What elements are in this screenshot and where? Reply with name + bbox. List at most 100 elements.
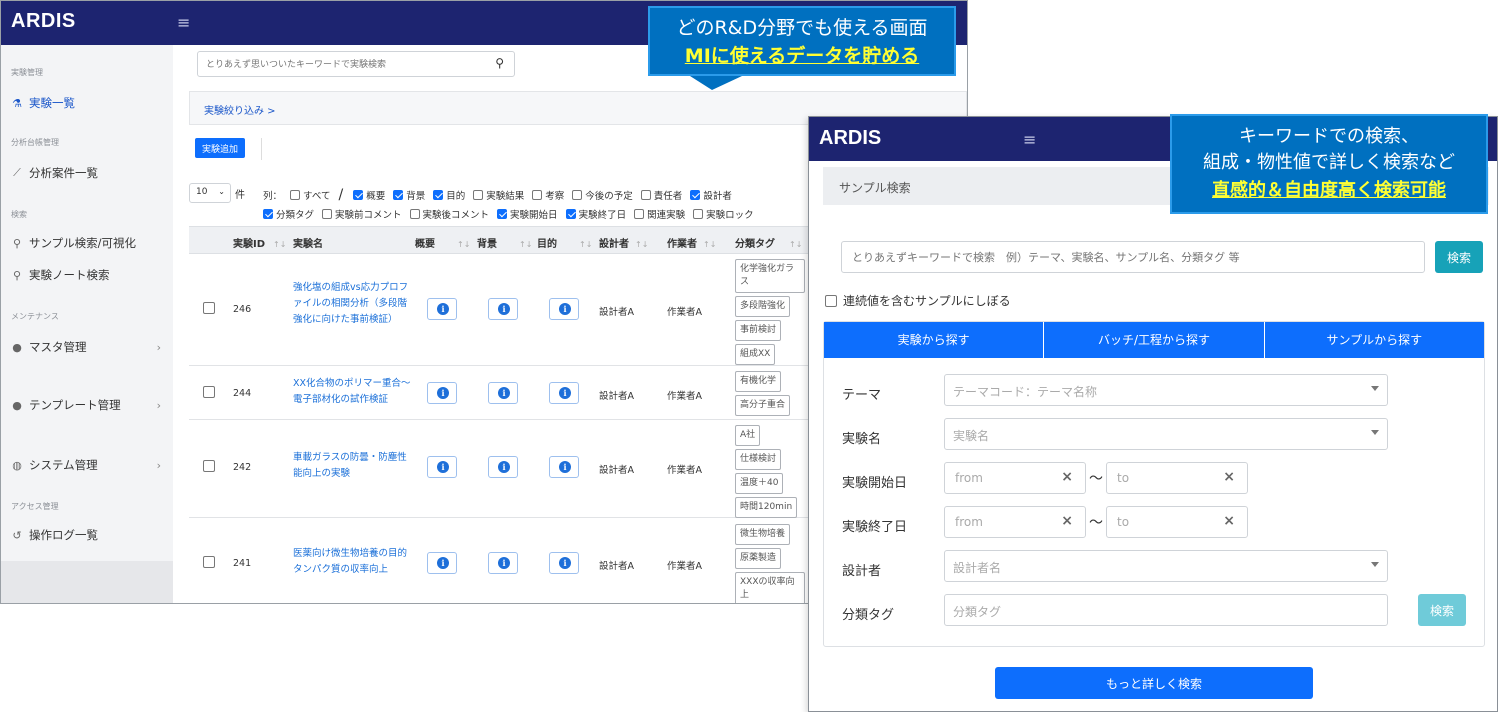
tag-search-button[interactable]: 検索 — [1418, 594, 1466, 626]
purpose-info-button[interactable] — [549, 552, 579, 574]
column-header[interactable]: 背景 ↑↓ — [477, 235, 532, 250]
tag-badge[interactable]: XXXの収率向上 — [735, 572, 805, 603]
experiment-name-select[interactable]: 実験名 — [944, 418, 1388, 450]
tag-badge[interactable]: 仕様検討 — [735, 449, 782, 470]
tab-search-by-sample[interactable]: サンプルから探す — [1264, 322, 1484, 358]
tag-badge[interactable]: 温度＋40 — [735, 473, 784, 494]
hamburger-menu-icon[interactable]: ≡ — [177, 13, 190, 32]
column-header[interactable]: 設計者 ↑↓ — [599, 235, 648, 250]
sidebar-item-sample-search[interactable]: ⚲ サンプル検索/可視化 — [11, 235, 167, 251]
column-toggle[interactable]: 考察 — [532, 188, 564, 202]
tag-badge[interactable]: 時間120min — [735, 497, 798, 518]
continuous-value-filter[interactable]: 連続値を含むサンプルにしぼる — [825, 292, 1011, 309]
filter-toggle-link[interactable]: 実験絞り込み > — [204, 102, 276, 117]
column-toggle[interactable]: 実験前コメント — [322, 207, 402, 221]
clear-icon[interactable]: × — [1223, 513, 1235, 529]
tag-badge[interactable]: 有機化学 — [735, 371, 782, 392]
column-header[interactable]: 作業者 ↑↓ — [667, 235, 716, 250]
tag-badge[interactable]: A社 — [735, 425, 761, 446]
add-experiment-button[interactable]: 実験追加 — [195, 138, 245, 158]
background-info-button[interactable] — [488, 456, 518, 478]
hamburger-menu-icon[interactable]: ≡ — [1023, 130, 1036, 149]
sidebar-item-analysis-list[interactable]: ⟋ 分析案件一覧 — [11, 165, 167, 181]
tag-badge[interactable]: 多段階強化 — [735, 296, 791, 317]
sidebar-item-master[interactable]: ● マスタ管理 › — [11, 339, 167, 355]
tag-badge[interactable]: 組成XX — [735, 344, 776, 365]
tag-badge[interactable]: 高分子重合 — [735, 395, 791, 416]
tag-badge[interactable]: 事前検討 — [735, 320, 782, 341]
start-date-to-input[interactable]: to × — [1106, 462, 1248, 494]
column-toggle[interactable]: 分類タグ — [263, 207, 314, 221]
theme-select[interactable]: テーマコード：テーマ名称 — [944, 374, 1388, 406]
column-toggle[interactable]: 実験終了日 — [565, 207, 626, 221]
end-date-from-input[interactable]: from × — [944, 506, 1086, 538]
summary-info-button[interactable] — [427, 456, 457, 478]
row-checkbox[interactable] — [203, 302, 215, 314]
row-checkbox[interactable] — [203, 460, 215, 472]
experiment-name-link[interactable]: 強化塩の組成vs応力プロファイルの相関分析（多段階強化に向けた事前検証） — [293, 280, 411, 328]
per-page-select[interactable]: 10 ⌄ — [189, 183, 231, 203]
column-toggle-all[interactable]: すべて — [290, 188, 330, 202]
sidebar-item-template[interactable]: ● テンプレート管理 › — [11, 397, 167, 413]
row-checkbox[interactable] — [203, 386, 215, 398]
column-header[interactable]: 分類タグ ↑↓ — [735, 235, 802, 250]
background-info-button[interactable] — [488, 552, 518, 574]
keyword-search-input[interactable] — [842, 242, 1412, 272]
summary-info-button[interactable] — [427, 298, 457, 320]
sidebar-item-operation-log[interactable]: ↺ 操作ログ一覧 — [11, 527, 167, 543]
sidebar-item-notebook-search[interactable]: ⚲ 実験ノート検索 — [11, 267, 167, 283]
column-toggle[interactable]: 設計者 — [690, 188, 732, 202]
column-toggle[interactable]: 実験ロック — [693, 207, 754, 221]
end-date-to-input[interactable]: to × — [1106, 506, 1248, 538]
chevron-right-icon: › — [156, 458, 161, 472]
summary-info-button[interactable] — [427, 382, 457, 404]
app-logo[interactable]: ARDIS — [11, 10, 76, 33]
sidebar-item-experiment-list[interactable]: ⚗ 実験一覧 — [11, 95, 167, 111]
row-checkbox[interactable] — [203, 556, 215, 568]
column-toggle[interactable]: 実験開始日 — [497, 207, 558, 221]
experiment-name-link[interactable]: 医薬向け微生物培養の目的タンパク質の収率向上 — [293, 546, 411, 578]
clear-icon[interactable]: × — [1061, 469, 1073, 485]
clear-icon[interactable]: × — [1223, 469, 1235, 485]
tag-badge[interactable]: 化学強化ガラス — [735, 259, 805, 293]
experiment-name-link[interactable]: XX化合物のポリマー重合〜電子部材化の試作検証 — [293, 376, 411, 408]
clear-icon[interactable]: × — [1061, 513, 1073, 529]
keyword-search-button[interactable]: 検索 — [1435, 241, 1483, 273]
column-toggle[interactable]: 目的 — [433, 188, 465, 202]
column-header[interactable]: 目的 ↑↓ — [537, 235, 592, 250]
designer-select[interactable]: 設計者名 — [944, 550, 1388, 582]
experiment-search-input[interactable] — [198, 53, 478, 77]
tab-search-by-batch[interactable]: バッチ/工程から探す — [1044, 322, 1265, 358]
sidebar-item-system[interactable]: ◍ システム管理 › — [11, 457, 167, 473]
column-header[interactable]: 実験名 ↑↓ — [293, 235, 426, 250]
column-toggle[interactable]: 実験結果 — [473, 188, 524, 202]
continuous-value-checkbox[interactable] — [825, 294, 837, 307]
background-info-button[interactable] — [488, 382, 518, 404]
column-toggle[interactable]: 今後の予定 — [572, 188, 633, 202]
tag-badge[interactable]: 微生物培養 — [735, 524, 791, 545]
tag-input[interactable]: 分類タグ — [944, 594, 1388, 626]
experiment-name-link[interactable]: 車載ガラスの防曇・防塵性能向上の実験 — [293, 450, 411, 482]
tab-search-by-experiment[interactable]: 実験から探す — [824, 322, 1045, 358]
column-toggle[interactable]: 実験後コメント — [409, 207, 489, 221]
summary-info-button[interactable] — [427, 552, 457, 574]
purpose-info-button[interactable] — [549, 298, 579, 320]
search-icon[interactable]: ⚲ — [495, 56, 504, 70]
worker: 作業者A — [667, 465, 702, 476]
callout-highlight: 直感的＆自由度高く検索可能 — [1212, 180, 1446, 201]
callout-data-accumulation: どのR&D分野でも使える画面 MIに使えるデータを貯める — [648, 6, 956, 90]
column-toggle[interactable]: 概要 — [353, 188, 385, 202]
purpose-info-button[interactable] — [549, 456, 579, 478]
column-header[interactable]: 実験ID ↑↓ — [233, 235, 286, 250]
column-toggle[interactable]: 関連実験 — [634, 207, 685, 221]
tag-badge[interactable]: 原薬製造 — [735, 548, 782, 569]
column-toggle[interactable]: 背景 — [393, 188, 425, 202]
purpose-info-button[interactable] — [549, 382, 579, 404]
start-date-from-input[interactable]: from × — [944, 462, 1086, 494]
column-header[interactable]: 概要 ↑↓ — [415, 235, 470, 250]
advanced-search-button[interactable]: もっと詳しく検索 — [995, 667, 1313, 699]
background-info-button[interactable] — [488, 298, 518, 320]
app-logo[interactable]: ARDIS — [819, 127, 881, 150]
tag-label: 分類タグ — [842, 608, 895, 623]
column-toggle[interactable]: 責任者 — [640, 188, 682, 202]
